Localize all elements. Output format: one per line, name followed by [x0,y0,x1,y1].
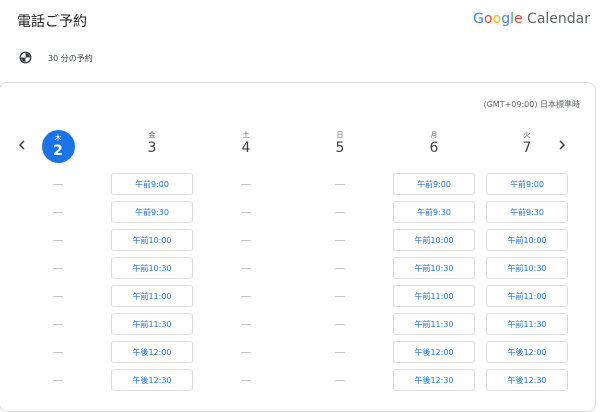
google-calendar-logo: Google Calendar [473,11,590,27]
time-slot-button[interactable]: 午後12:00 [486,341,568,363]
page-title: 電話ご予約 [17,14,87,30]
time-slot-button[interactable]: 午前10:00 [393,229,475,251]
day-number: 7 [522,140,532,156]
no-slot-marker [53,380,63,381]
duration-text: 30 分の予約 [48,54,93,63]
day-header-2: 木2 [41,130,75,163]
no-slot-marker [53,212,63,213]
time-slot-button[interactable]: 午前11:00 [486,285,568,307]
time-slot-button[interactable]: 午前10:30 [111,257,193,279]
time-slot-button[interactable]: 午前11:30 [111,313,193,335]
time-slot-button[interactable]: 午前11:30 [486,313,568,335]
day-of-week: 金 [148,131,156,139]
no-slot-marker [335,212,345,213]
day-header-3: 金3 [132,131,172,157]
time-slot-button[interactable]: 午後12:00 [111,341,193,363]
no-slot-marker [335,240,345,241]
day-header-6: 月6 [414,131,454,157]
day-of-week: 月 [430,131,438,139]
no-slot-marker [335,268,345,269]
day-number: 3 [147,140,157,156]
time-slot-button[interactable]: 午前9:30 [393,201,475,223]
time-slot-button[interactable]: 午後12:00 [393,341,475,363]
time-slot-button[interactable]: 午前9:30 [486,201,568,223]
day-number: 6 [429,140,439,156]
chevron-right-icon [559,140,566,150]
no-slot-marker [241,212,251,213]
no-slot-marker [53,240,63,241]
no-slot-marker [241,184,251,185]
time-slot-button[interactable]: 午前9:30 [111,201,193,223]
no-slot-marker [53,352,63,353]
time-slot-button[interactable]: 午前11:00 [393,285,475,307]
time-slot-button[interactable]: 午前10:30 [393,257,475,279]
no-slot-marker [241,324,251,325]
day-of-week: 日 [336,131,344,139]
day-header-4: 土4 [226,131,266,157]
time-slot-button[interactable]: 午前9:00 [486,173,568,195]
brand-product: Calendar [527,11,590,27]
day-number: 2 [53,142,63,159]
time-slot-button[interactable]: 午前10:00 [486,229,568,251]
time-slot-button[interactable]: 午前9:00 [393,173,475,195]
next-week-button[interactable] [555,137,569,153]
chevron-left-icon [18,140,25,150]
time-slot-button[interactable]: 午前11:00 [111,285,193,307]
day-header-5: 日5 [320,131,360,157]
day-of-week: 土 [242,131,250,139]
time-slot-button[interactable]: 午前10:30 [486,257,568,279]
no-slot-marker [335,184,345,185]
time-slot-button[interactable]: 午後12:30 [111,369,193,391]
no-slot-marker [241,352,251,353]
no-slot-marker [241,296,251,297]
timezone-selector[interactable]: (GMT+09:00) 日本標準時 [483,99,580,110]
prev-week-button[interactable] [15,137,29,153]
time-slot-button[interactable]: 午前11:30 [393,313,475,335]
no-slot-marker [53,184,63,185]
no-slot-marker [53,296,63,297]
day-of-week: 火 [523,131,531,139]
duration-row: 30 分の予約 [19,49,93,68]
no-slot-marker [241,268,251,269]
no-slot-marker [335,352,345,353]
no-slot-marker [335,380,345,381]
day-number: 5 [335,140,345,156]
day-header-7: 火7 [507,131,547,157]
time-slot-button[interactable]: 午前9:00 [111,173,193,195]
no-slot-marker [335,296,345,297]
no-slot-marker [241,380,251,381]
clock-icon [19,49,32,68]
day-number: 4 [241,140,251,156]
time-slot-button[interactable]: 午後12:30 [486,369,568,391]
no-slot-marker [335,324,345,325]
no-slot-marker [241,240,251,241]
no-slot-marker [53,268,63,269]
time-slot-button[interactable]: 午前10:00 [111,229,193,251]
day-of-week: 木 [54,133,62,142]
no-slot-marker [53,324,63,325]
time-slot-button[interactable]: 午後12:30 [393,369,475,391]
